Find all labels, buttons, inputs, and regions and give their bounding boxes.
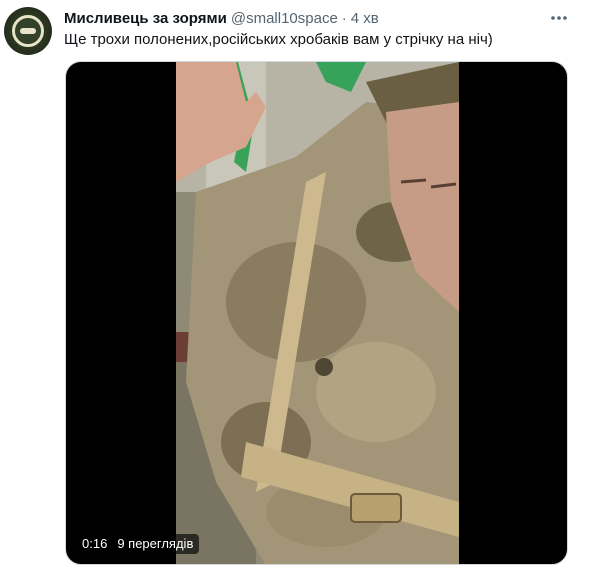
tweet-timestamp[interactable]: 4 хв [351,10,379,27]
video-info-badge: 0:16 9 переглядів [76,534,200,554]
video-elapsed-time: 0:16 [82,536,108,551]
avatar-emblem-icon [12,15,44,47]
tweet-card[interactable]: Мисливець за зорями @small10space · 4 хв… [0,0,589,570]
separator-dot: · [341,9,347,27]
tweet-text: Ще трохи полонених,російських хробаків в… [64,31,493,48]
tweet-header: Мисливець за зорями @small10space · 4 хв [64,8,569,28]
video-frame[interactable] [176,62,459,564]
more-horizontal-icon [551,16,567,20]
video-view-count: 9 переглядів [117,536,194,551]
video-player[interactable]: 0:16 9 переглядів [65,61,568,565]
video-thumbnail [176,62,459,564]
author-handle[interactable]: @small10space [231,10,338,27]
more-options-button[interactable] [549,8,569,28]
author-name[interactable]: Мисливець за зорями [64,10,227,27]
author-avatar[interactable] [4,7,52,55]
